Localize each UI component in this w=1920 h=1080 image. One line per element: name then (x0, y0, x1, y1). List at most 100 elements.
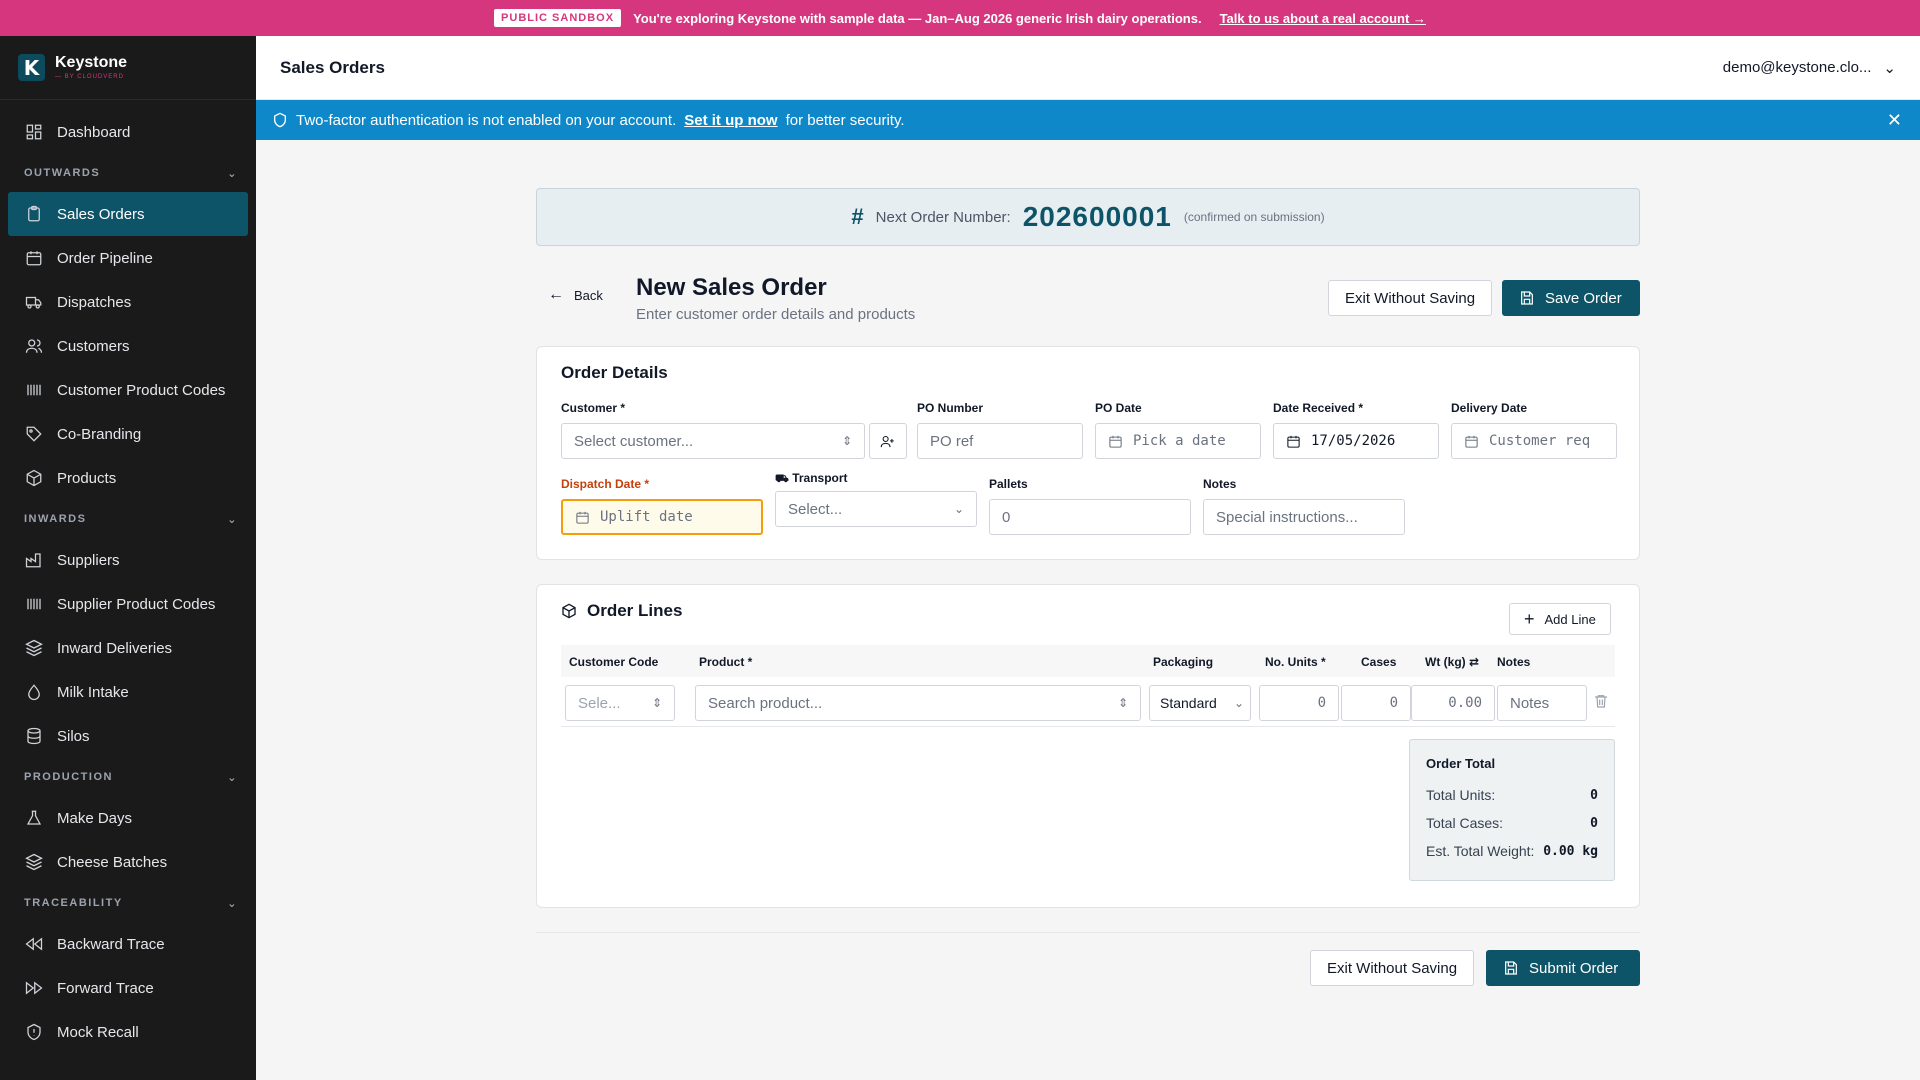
row-divider (561, 726, 1615, 727)
sidebar-item-supplier-product-codes[interactable]: Supplier Product Codes (8, 582, 248, 626)
sidebar-item-dashboard[interactable]: Dashboard (8, 110, 248, 154)
transport-select[interactable]: Select... ⌄ (775, 491, 977, 527)
sidebar-item-label: Silos (57, 727, 90, 745)
order-lines-title: Order Lines (561, 601, 682, 621)
package-icon (562, 603, 576, 619)
sidebar-item-label: Make Days (57, 809, 133, 827)
truck-icon (25, 296, 42, 309)
sidebar-item-label: Forward Trace (57, 979, 154, 997)
back-button[interactable]: ← Back (548, 286, 603, 304)
submit-order-button[interactable]: Submit Order (1486, 950, 1640, 986)
packaging-select[interactable]: Standard ⌄ (1149, 685, 1251, 721)
sidebar-item-forward-trace[interactable]: Forward Trace (8, 966, 248, 1010)
close-icon[interactable]: ✕ (1887, 110, 1902, 131)
user-menu[interactable]: demo@keystone.clo... ⌄ (1723, 59, 1896, 77)
totals-title: Order Total (1426, 756, 1496, 771)
setup-2fa-link[interactable]: Set it up now (684, 112, 777, 129)
order-lines-title-text: Order Lines (587, 601, 683, 620)
trash-icon[interactable] (1593, 693, 1609, 713)
calendar-icon (1109, 435, 1122, 448)
sidebar-item-dispatches[interactable]: Dispatches (8, 280, 248, 324)
pallets-label: Pallets (989, 477, 1028, 491)
delivery-date-label: Delivery Date (1451, 401, 1528, 415)
contact-link[interactable]: Talk to us about a real account → (1220, 11, 1426, 26)
sidebar-item-co-branding[interactable]: Co-Branding (8, 412, 248, 456)
footer-divider (536, 932, 1640, 933)
po-number-input[interactable]: PO ref (917, 423, 1083, 459)
fast-forward-icon (25, 981, 43, 995)
delivery-date-placeholder: Customer req (1489, 433, 1591, 449)
sidebar-item-milk-intake[interactable]: Milk Intake (8, 670, 248, 714)
section-inwards[interactable]: INWARDS ⌄ (8, 500, 248, 538)
customer-select[interactable]: Select customer... ⇕ (561, 423, 865, 459)
weight-input[interactable]: 0.00 (1411, 685, 1495, 721)
date-received-picker[interactable]: 17/05/2026 (1273, 423, 1439, 459)
section-production[interactable]: PRODUCTION ⌄ (8, 758, 248, 796)
barcode-icon (27, 598, 41, 610)
col-customer-code: Customer Code (569, 655, 659, 669)
col-cases: Cases (1361, 655, 1397, 669)
brand-logo[interactable]: K Keystone — BY CLOUDVERD (0, 36, 256, 100)
sidebar-item-label: Cheese Batches (57, 853, 168, 871)
col-packaging: Packaging (1153, 655, 1214, 669)
product-search-select[interactable]: Search product... ⇕ (695, 685, 1141, 721)
notes-input[interactable]: Special instructions... (1203, 499, 1405, 535)
units-input[interactable]: 0 (1259, 685, 1339, 721)
exit-without-saving-button[interactable]: Exit Without Saving (1328, 280, 1493, 316)
po-date-placeholder: Pick a date (1133, 433, 1226, 449)
logo-mark: K (18, 54, 45, 81)
sidebar-item-sales-orders[interactable]: Sales Orders (8, 192, 248, 236)
footer-exit-without-saving-button[interactable]: Exit Without Saving (1310, 950, 1475, 986)
product-placeholder: Search product... (708, 694, 823, 712)
sidebar-item-backward-trace[interactable]: Backward Trace (8, 922, 248, 966)
add-line-button[interactable]: + Add Line (1509, 603, 1611, 635)
sidebar-item-make-days[interactable]: Make Days (8, 796, 248, 840)
chevron-down-icon: ⌄ (953, 502, 964, 516)
page-header-title: Sales Orders (280, 57, 385, 77)
customer-code-select[interactable]: Sele... ⇕ (565, 685, 675, 721)
sidebar-item-inward-deliveries[interactable]: Inward Deliveries (8, 626, 248, 670)
sidebar-item-cheese-batches[interactable]: Cheese Batches (8, 840, 248, 884)
cases-value: 0 (1389, 695, 1398, 711)
sidebar-item-silos[interactable]: Silos (8, 714, 248, 758)
flask-icon (26, 810, 42, 825)
sidebar-item-mock-recall[interactable]: Mock Recall (8, 1010, 248, 1054)
section-title: TRACEABILITY (24, 897, 123, 909)
shield-icon (274, 112, 286, 128)
po-date-picker[interactable]: Pick a date (1095, 423, 1261, 459)
button-label: Save Order (1545, 289, 1622, 307)
section-title: INWARDS (24, 513, 87, 525)
calendar-icon (1465, 435, 1478, 448)
col-product: Product * (699, 655, 753, 669)
sidebar-item-customer-product-codes[interactable]: Customer Product Codes (8, 368, 248, 412)
delivery-date-picker[interactable]: Customer req (1451, 423, 1617, 459)
button-label: Submit Order (1529, 959, 1619, 977)
page-subtitle: Enter customer order details and product… (636, 306, 916, 323)
transport-placeholder: Select... (788, 500, 843, 518)
sidebar-item-suppliers[interactable]: Suppliers (8, 538, 248, 582)
add-customer-button[interactable] (869, 423, 907, 459)
dispatch-date-picker[interactable]: Uplift date (561, 499, 763, 535)
sidebar-item-label: Customer Product Codes (57, 381, 226, 399)
tag-icon (26, 426, 42, 442)
dashboard-icon (26, 124, 42, 140)
total-units-label: Total Units: (1426, 787, 1496, 803)
sidebar-item-products[interactable]: Products (8, 456, 248, 500)
sidebar-item-order-pipeline[interactable]: Order Pipeline (8, 236, 248, 280)
col-units: No. Units * (1265, 655, 1326, 669)
section-traceability[interactable]: TRACEABILITY ⌄ (8, 884, 248, 922)
chevron-down-icon: ⌄ (227, 771, 238, 784)
sidebar-item-label: Products (57, 469, 117, 487)
line-notes-input[interactable]: Notes (1497, 685, 1587, 721)
sidebar: K Keystone — BY CLOUDVERD Dashboard OUTW… (0, 36, 256, 1080)
sidebar-item-label: Dashboard (57, 123, 131, 141)
sidebar-item-customers[interactable]: Customers (8, 324, 248, 368)
cases-input[interactable]: 0 (1341, 685, 1411, 721)
pallets-input[interactable]: 0 (989, 499, 1191, 535)
total-units-value: 0 (1590, 787, 1598, 803)
save-order-button[interactable]: Save Order (1502, 280, 1640, 316)
section-outwards[interactable]: OUTWARDS ⌄ (8, 154, 248, 192)
total-weight-label: Est. Total Weight: (1426, 843, 1535, 859)
total-units-row: Total Units: 0 (1426, 781, 1598, 809)
button-label: Exit Without Saving (1327, 959, 1458, 977)
